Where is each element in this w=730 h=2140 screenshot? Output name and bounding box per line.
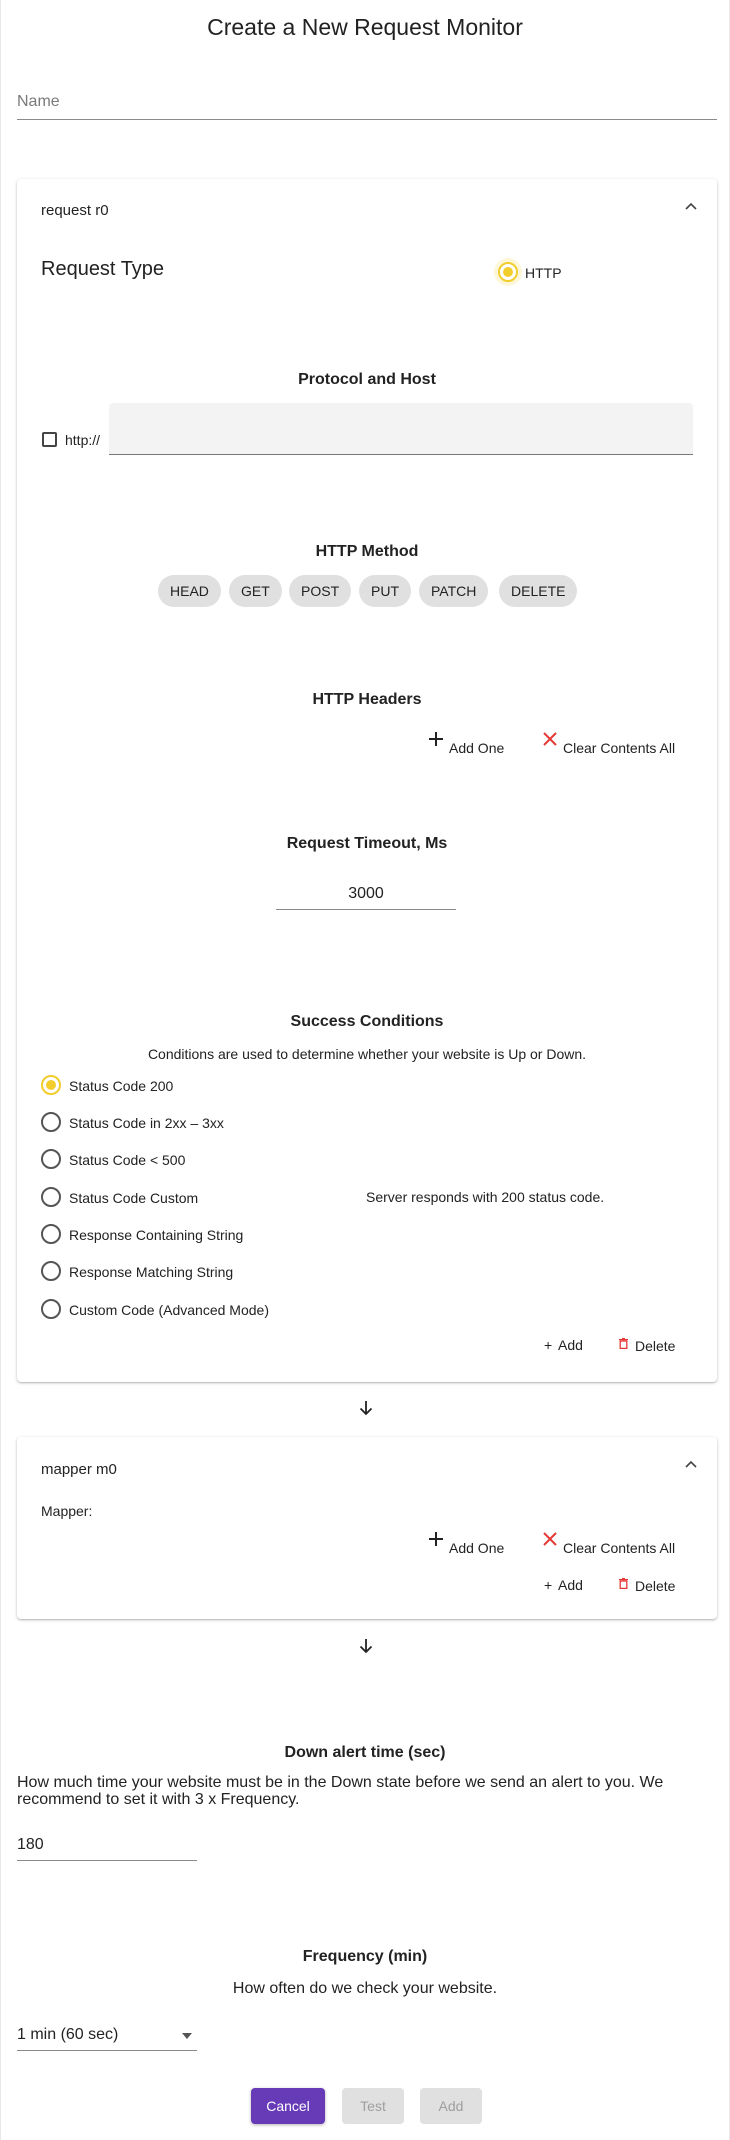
name-placeholder: Name xyxy=(17,93,60,110)
http-headers-heading: HTTP Headers xyxy=(312,691,422,708)
down-alert-description: How much time your website must be in th… xyxy=(17,1774,664,1808)
success-label-status-200: Status Code 200 xyxy=(69,1078,174,1094)
success-radio-containing-string[interactable] xyxy=(41,1224,61,1244)
mapper-add-label: Add xyxy=(558,1577,583,1593)
frequency-select[interactable]: 1 min (60 sec) xyxy=(17,2022,197,2051)
success-radio-lt-500[interactable] xyxy=(41,1149,61,1169)
request-type-label: Request Type xyxy=(41,258,165,280)
success-conditions-heading: Success Conditions xyxy=(290,1013,444,1030)
close-icon xyxy=(543,1532,557,1546)
plus-icon xyxy=(429,732,443,746)
success-radio-status-200[interactable] xyxy=(41,1075,61,1095)
headers-add-one-button[interactable]: Add One xyxy=(428,731,518,757)
mapper-add-one-label: Add One xyxy=(449,1540,505,1556)
success-radio-matching-string[interactable] xyxy=(41,1261,61,1281)
mapper-add-one-button[interactable]: Add One xyxy=(428,1531,518,1557)
headers-clear-all-label: Clear Contents All xyxy=(563,740,676,756)
request-card: request r0 Request Type HTTP Protocol an… xyxy=(17,179,717,1382)
frequency-description: How often do we check your website. xyxy=(232,1980,498,1997)
success-condition-explanation: Server responds with 200 status code. xyxy=(366,1189,605,1205)
method-chip-post[interactable]: POST xyxy=(289,575,352,607)
mapper-card: mapper m0 Mapper: Add One Clear Contents… xyxy=(17,1437,717,1619)
request-type-http-label: HTTP xyxy=(525,265,562,281)
down-alert-heading: Down alert time (sec) xyxy=(284,1744,446,1761)
timeout-input[interactable]: 3000 xyxy=(276,881,456,910)
request-add-button[interactable]: + Add xyxy=(544,1335,592,1357)
headers-add-one-label: Add One xyxy=(449,740,505,756)
success-radio-custom-status[interactable] xyxy=(41,1187,61,1207)
trash-icon xyxy=(619,1578,628,1589)
success-label-matching-string: Response Matching String xyxy=(69,1264,234,1280)
chevron-up-icon[interactable] xyxy=(685,1459,697,1471)
close-icon xyxy=(543,732,557,746)
add-button[interactable]: Add xyxy=(420,2088,482,2124)
mapper-delete-button[interactable]: Delete xyxy=(619,1575,689,1597)
mapper-clear-all-button[interactable]: Clear Contents All xyxy=(542,1531,692,1557)
mapper-delete-label: Delete xyxy=(635,1578,676,1594)
http-checkbox[interactable] xyxy=(42,432,57,447)
mapper-label: Mapper: xyxy=(41,1503,93,1519)
dropdown-arrow-icon xyxy=(182,2033,192,2039)
request-card-header[interactable]: request r0 xyxy=(41,202,109,219)
success-label-containing-string: Response Containing String xyxy=(69,1227,244,1243)
test-button[interactable]: Test xyxy=(342,2088,404,2124)
trash-icon xyxy=(619,1338,628,1349)
name-field[interactable]: Name xyxy=(17,88,717,120)
frequency-selected-value: 1 min (60 sec) xyxy=(17,2026,119,2043)
chevron-up-icon[interactable] xyxy=(685,201,697,213)
plus-icon xyxy=(429,1532,443,1546)
request-delete-button[interactable]: Delete xyxy=(619,1335,689,1357)
request-add-label: Add xyxy=(558,1337,583,1353)
http-method-chips: HEAD GET POST PUT PATCH DELETE xyxy=(158,575,578,607)
success-label-2xx-3xx: Status Code in 2xx – 3xx xyxy=(69,1115,224,1131)
page-title: Create a New Request Monitor xyxy=(207,14,523,40)
cancel-button[interactable]: Cancel xyxy=(251,2088,325,2124)
method-chip-delete[interactable]: DELETE xyxy=(499,575,578,607)
plus-small-icon: + xyxy=(544,1337,553,1353)
mapper-card-header[interactable]: mapper m0 xyxy=(41,1461,117,1478)
success-label-custom-status: Status Code Custom xyxy=(69,1190,199,1206)
down-alert-value: 180 xyxy=(17,1836,44,1853)
success-radio-2xx-3xx[interactable] xyxy=(41,1112,61,1132)
timeout-heading: Request Timeout, Ms xyxy=(286,835,448,852)
frequency-heading: Frequency (min) xyxy=(302,1948,428,1965)
request-type-http-radio[interactable] xyxy=(498,262,518,282)
success-radio-custom-code[interactable] xyxy=(41,1299,61,1319)
protocol-host-heading: Protocol and Host xyxy=(298,371,436,388)
method-chip-patch[interactable]: PATCH xyxy=(419,575,489,607)
headers-clear-all-button[interactable]: Clear Contents All xyxy=(542,731,692,757)
method-chip-put[interactable]: PUT xyxy=(359,575,411,607)
host-input[interactable] xyxy=(109,403,693,455)
arrow-down-icon xyxy=(359,1401,373,1416)
mapper-add-button[interactable]: + Add xyxy=(544,1575,592,1597)
request-delete-label: Delete xyxy=(635,1338,676,1354)
plus-small-icon: + xyxy=(544,1577,553,1593)
timeout-value: 3000 xyxy=(348,885,384,902)
mapper-clear-all-label: Clear Contents All xyxy=(563,1540,676,1556)
success-label-lt-500: Status Code < 500 xyxy=(69,1152,186,1168)
success-label-custom-code: Custom Code (Advanced Mode) xyxy=(69,1302,269,1318)
arrow-down-icon xyxy=(359,1639,373,1654)
method-chip-head[interactable]: HEAD xyxy=(158,575,221,607)
http-checkbox-label: http:// xyxy=(65,432,101,448)
method-chip-get[interactable]: GET xyxy=(229,575,282,607)
http-method-heading: HTTP Method xyxy=(315,543,419,560)
down-alert-input[interactable]: 180 xyxy=(17,1832,197,1861)
success-conditions-description: Conditions are used to determine whether… xyxy=(147,1046,587,1062)
